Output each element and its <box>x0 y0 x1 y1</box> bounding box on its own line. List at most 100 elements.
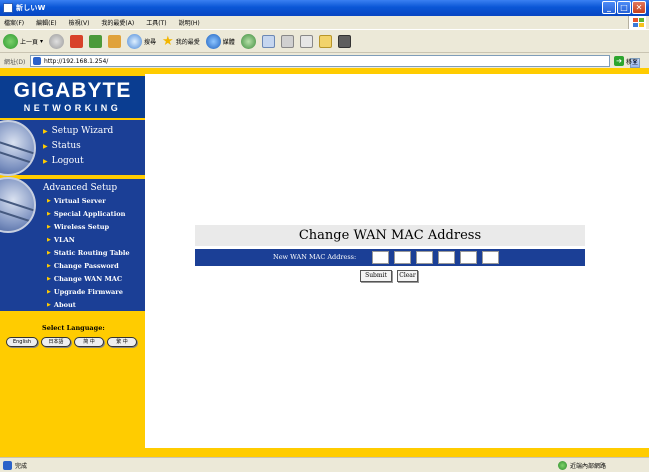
status-bar: 完成 近端內部網路 <box>0 457 649 472</box>
mac-address-label: New WAN MAC Address: <box>273 253 357 261</box>
edit-button[interactable] <box>299 32 313 50</box>
home-icon <box>108 34 122 48</box>
nav-about[interactable]: ▶ About <box>47 301 76 309</box>
folder-icon <box>318 34 332 48</box>
address-url: http://192.168.1.254/ <box>44 57 109 65</box>
triangle-right-icon: ▶ <box>47 224 51 230</box>
language-english-button[interactable]: English <box>6 337 38 347</box>
window-title: 新しいW <box>16 4 46 12</box>
media-icon <box>205 33 221 49</box>
go-button[interactable]: ➔ 移至 <box>614 55 638 67</box>
nav-status[interactable]: ▶ Status <box>43 141 81 151</box>
nav-static-routing-table[interactable]: ▶ Static Routing Table <box>47 249 130 257</box>
menu-edit[interactable]: 編輯(E) <box>36 18 56 27</box>
nav-special-application[interactable]: ▶ Special Application <box>47 210 125 218</box>
nav-upgrade-firmware[interactable]: ▶ Upgrade Firmware <box>47 288 123 296</box>
gigabyte-logo: GIGABYTE NETWORKING <box>0 76 145 118</box>
ie-icon <box>3 3 13 13</box>
nav-setup-wizard[interactable]: ▶ Setup Wizard <box>43 126 113 136</box>
page-icon <box>33 57 41 65</box>
triangle-right-icon: ▶ <box>43 127 48 135</box>
language-japanese-button[interactable]: 日本語 <box>41 337 71 347</box>
page-done-icon <box>3 460 12 470</box>
maximize-button[interactable]: □ <box>617 1 631 14</box>
mac-octet-2-input[interactable] <box>394 251 411 264</box>
decorative-circle-image <box>0 177 36 233</box>
advanced-setup-title: Advanced Setup <box>43 183 118 193</box>
history-button[interactable] <box>240 32 256 50</box>
nav-change-wan-mac[interactable]: ▶ Change WAN MAC <box>47 275 122 283</box>
mail-button[interactable] <box>261 32 275 50</box>
print-button[interactable] <box>280 32 294 50</box>
minimize-button[interactable]: _ <box>602 1 616 14</box>
triangle-right-icon: ▶ <box>47 276 51 282</box>
forward-arrow-icon <box>49 33 65 49</box>
print-icon <box>280 34 294 48</box>
sidebar: GIGABYTE NETWORKING ▶ Setup Wizard ▶ Statu… <box>0 74 145 448</box>
triangle-right-icon: ▶ <box>47 211 51 217</box>
refresh-icon <box>89 34 103 48</box>
main-nav: ▶ Setup Wizard ▶ Status ▶ Logout <box>0 120 145 176</box>
nav-vlan[interactable]: ▶ VLAN <box>47 236 75 244</box>
favorites-button[interactable]: ★ 我的最愛 <box>162 32 200 50</box>
address-bar: 網址(D) http://192.168.1.254/ ▾ ➔ 移至 <box>0 54 649 68</box>
messenger-icon <box>337 34 351 48</box>
form-title: Change WAN MAC Address <box>195 225 585 246</box>
mac-octet-5-input[interactable] <box>460 251 477 264</box>
advanced-nav: Advanced Setup ▶ Virtual Server ▶ Special … <box>0 177 145 311</box>
clear-button[interactable]: Clear <box>397 270 418 282</box>
mail-icon <box>261 34 275 48</box>
nav-wireless-setup[interactable]: ▶ Wireless Setup <box>47 223 109 231</box>
triangle-right-icon: ▶ <box>47 289 51 295</box>
address-input[interactable]: http://192.168.1.254/ ▾ <box>30 55 640 68</box>
bottom-stripe <box>0 448 649 457</box>
globe-icon <box>558 461 567 470</box>
toolbar: 上一頁 ▾ 搜尋 ★ 我的最愛 媒體 <box>0 29 649 53</box>
triangle-right-icon: ▶ <box>47 237 51 243</box>
folder-button[interactable] <box>318 32 332 50</box>
mac-octet-1-input[interactable] <box>372 251 389 264</box>
chevron-down-icon: ▾ <box>40 37 44 45</box>
nav-virtual-server[interactable]: ▶ Virtual Server <box>47 197 106 205</box>
history-icon <box>240 33 256 49</box>
star-icon: ★ <box>162 33 174 49</box>
menu-file[interactable]: 檔案(F) <box>4 18 24 27</box>
status-text: 完成 <box>15 462 28 470</box>
language-simplified-chinese-button[interactable]: 简 中 <box>74 337 104 347</box>
title-bar: 新しいW _ □ ✕ <box>0 0 649 16</box>
triangle-right-icon: ▶ <box>47 263 51 269</box>
language-title: Select Language: <box>42 324 105 332</box>
home-button[interactable] <box>108 32 122 50</box>
page-content: GIGABYTE NETWORKING ▶ Setup Wizard ▶ Statu… <box>0 68 649 457</box>
edit-icon <box>299 34 313 48</box>
menu-view[interactable]: 檢視(V) <box>69 18 90 27</box>
nav-logout[interactable]: ▶ Logout <box>43 156 84 166</box>
security-zone: 近端內部網路 <box>558 461 606 470</box>
triangle-right-icon: ▶ <box>43 157 48 165</box>
mac-octet-3-input[interactable] <box>416 251 433 264</box>
language-traditional-chinese-button[interactable]: 繁 中 <box>107 337 137 347</box>
back-button[interactable]: 上一頁 ▾ <box>3 32 43 50</box>
media-button[interactable]: 媒體 <box>205 32 235 50</box>
mac-octet-6-input[interactable] <box>482 251 499 264</box>
menu-help[interactable]: 說明(H) <box>179 18 200 27</box>
search-button[interactable]: 搜尋 <box>127 32 156 50</box>
browser-window: 新しいW _ □ ✕ 檔案(F) 編輯(E) 檢視(V) 我的最愛(A) 工具(… <box>0 0 649 472</box>
refresh-button[interactable] <box>89 32 103 50</box>
decorative-circle-image <box>0 120 36 176</box>
nav-change-password[interactable]: ▶ Change Password <box>47 262 119 270</box>
submit-button[interactable]: Submit <box>360 270 392 282</box>
mac-octet-4-input[interactable] <box>438 251 455 264</box>
menu-bar: 檔案(F) 編輯(E) 檢視(V) 我的最愛(A) 工具(T) 說明(H) <box>0 16 649 29</box>
menu-favorites[interactable]: 我的最愛(A) <box>101 18 134 27</box>
triangle-right-icon: ▶ <box>47 198 51 204</box>
close-button[interactable]: ✕ <box>632 1 646 14</box>
stop-button[interactable] <box>70 32 84 50</box>
main-panel: Change WAN MAC Address New WAN MAC Addre… <box>145 74 649 448</box>
address-label: 網址(D) <box>4 58 26 66</box>
triangle-right-icon: ▶ <box>47 250 51 256</box>
messenger-button[interactable] <box>337 32 351 50</box>
windows-logo-icon <box>628 16 646 29</box>
menu-tools[interactable]: 工具(T) <box>146 18 166 27</box>
forward-button[interactable] <box>49 32 65 50</box>
